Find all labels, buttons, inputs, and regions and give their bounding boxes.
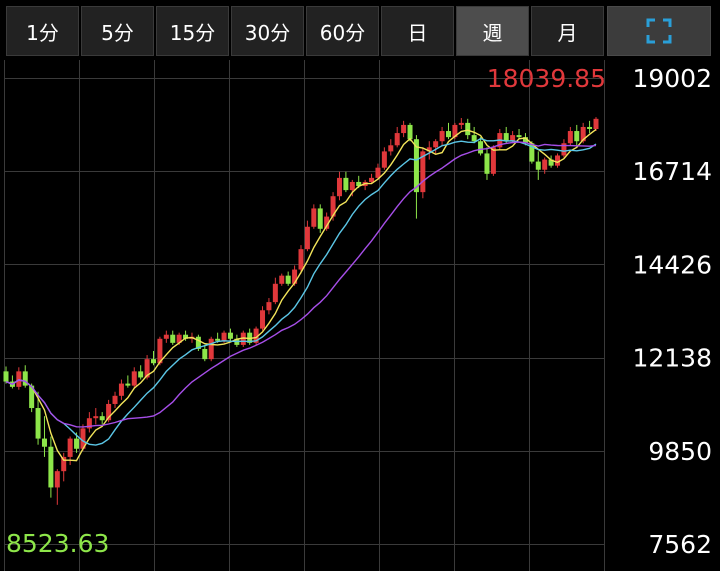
candle xyxy=(317,208,323,229)
candle xyxy=(292,269,298,284)
candle xyxy=(74,438,80,449)
candle xyxy=(260,310,266,329)
candle xyxy=(48,446,54,488)
y-tick-label: 16714 xyxy=(632,157,712,186)
candle xyxy=(279,275,285,284)
candle xyxy=(125,383,131,386)
high-price-label: 18039.85 xyxy=(487,64,606,93)
candle xyxy=(3,371,9,382)
tab-0[interactable]: 1分 xyxy=(6,6,79,56)
ma-mid-line xyxy=(5,137,597,446)
low-price-label: 8523.63 xyxy=(6,529,109,558)
candle xyxy=(163,334,169,339)
y-tick-label: 14426 xyxy=(632,250,712,279)
candle xyxy=(151,359,156,364)
candle xyxy=(388,145,394,152)
candle xyxy=(336,177,342,197)
candle xyxy=(503,133,509,142)
candle xyxy=(375,167,381,178)
candle xyxy=(394,133,400,146)
period-tabs: 1分 5分 15分 30分 60分日週月 xyxy=(6,6,604,56)
candle xyxy=(516,135,522,138)
candle xyxy=(285,275,291,284)
candle xyxy=(401,124,407,134)
candle xyxy=(593,118,599,129)
ma-long-line xyxy=(5,141,597,428)
candle xyxy=(112,395,118,404)
y-tick-label: 19002 xyxy=(632,64,712,93)
candle xyxy=(369,177,375,182)
tab-5[interactable]: 日 xyxy=(381,6,454,56)
candle xyxy=(131,371,137,386)
candle xyxy=(304,226,310,250)
candle xyxy=(465,122,471,136)
tab-3[interactable]: 30分 xyxy=(231,6,304,56)
expand-icon xyxy=(646,18,672,44)
tab-2[interactable]: 15分 xyxy=(156,6,229,56)
candle xyxy=(446,131,451,138)
y-tick-label: 7562 xyxy=(648,530,712,559)
candle xyxy=(343,177,349,191)
candle xyxy=(439,131,445,142)
candle xyxy=(208,338,214,360)
tab-1[interactable]: 5分 xyxy=(81,6,154,56)
y-tick-label: 9850 xyxy=(648,437,712,466)
candle xyxy=(478,141,484,154)
price-chart: 19002 16714 14426 12138 9850 7562 18039.85 8523… xyxy=(3,60,712,571)
candle xyxy=(458,122,464,125)
candle xyxy=(170,334,176,343)
candle xyxy=(272,283,278,303)
candle xyxy=(16,371,22,387)
candle xyxy=(535,161,541,170)
candle xyxy=(202,348,208,360)
candle xyxy=(215,338,221,341)
candle xyxy=(567,131,573,144)
candle xyxy=(221,332,227,341)
candle xyxy=(311,208,317,227)
candle xyxy=(381,151,387,168)
candle xyxy=(67,438,73,457)
candle xyxy=(298,249,304,270)
candle xyxy=(35,408,41,439)
fullscreen-button[interactable] xyxy=(607,6,711,56)
candle xyxy=(349,181,355,191)
candle xyxy=(54,471,60,488)
candle xyxy=(587,126,593,129)
candle xyxy=(138,371,144,378)
candle xyxy=(407,124,413,140)
candle xyxy=(484,153,490,174)
candle xyxy=(99,416,105,421)
candle xyxy=(490,147,496,174)
candle xyxy=(471,135,477,142)
tab-7[interactable]: 月 xyxy=(531,6,604,56)
candle xyxy=(118,383,124,396)
candle xyxy=(41,438,47,447)
tab-4[interactable]: 60分 xyxy=(306,6,379,56)
ma-short-line xyxy=(5,128,597,462)
candle xyxy=(266,302,272,311)
candle xyxy=(93,416,99,419)
y-tick-label: 12138 xyxy=(632,344,712,373)
candle xyxy=(574,131,580,142)
candle xyxy=(227,332,233,339)
candle xyxy=(433,141,439,148)
candle xyxy=(542,159,548,170)
tab-6[interactable]: 週 xyxy=(456,6,529,56)
